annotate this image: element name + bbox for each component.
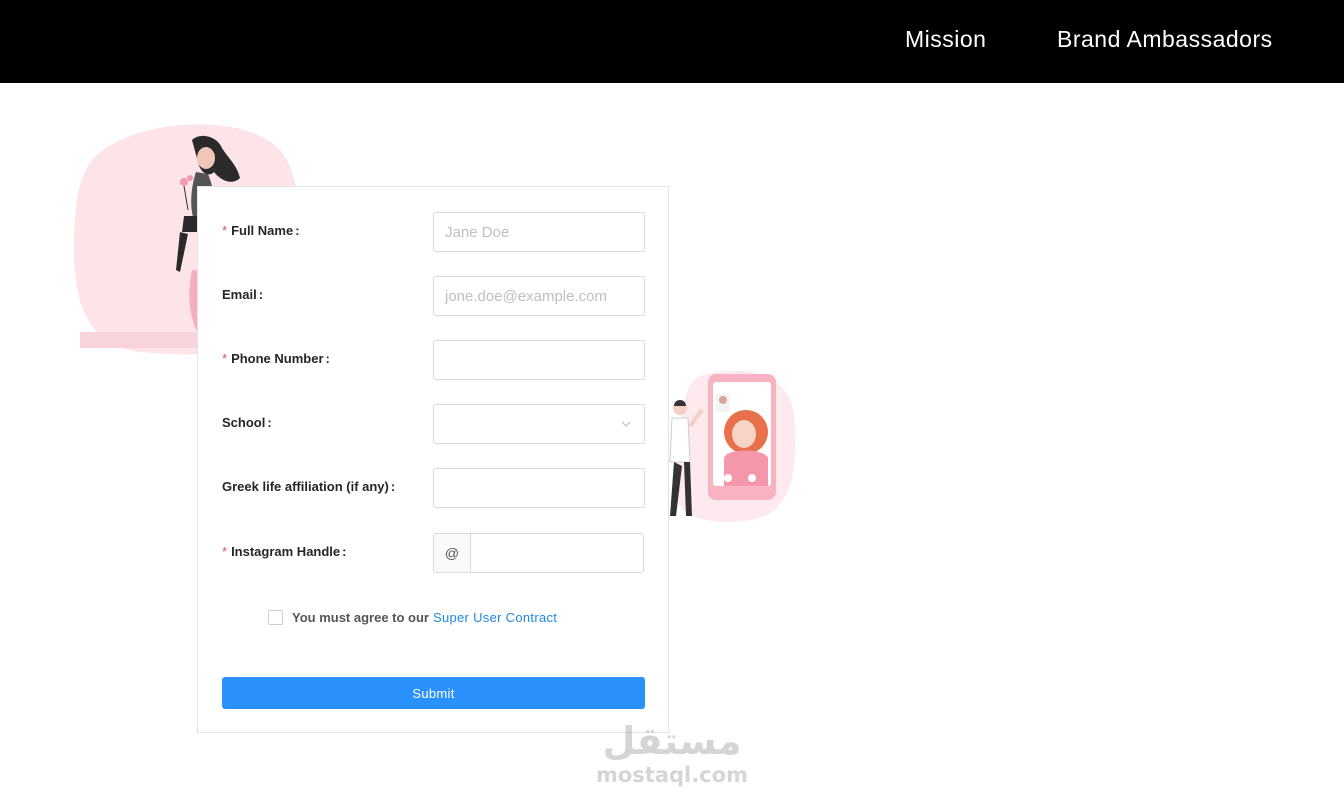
school-row: School: [222, 404, 646, 444]
instagram-label: * Instagram Handle: [222, 544, 347, 559]
full-name-input[interactable] [433, 212, 645, 252]
watermark-arabic-text: مستقل [603, 719, 742, 763]
nav-link-brand-ambassadors[interactable]: Brand Ambassadors [1057, 26, 1273, 53]
required-asterisk: * [222, 223, 228, 238]
at-sign-addon: @ [433, 533, 471, 573]
email-label: Email: [222, 287, 264, 302]
agreement-text: You must agree to our Super User Contract [292, 610, 558, 625]
school-label: School: [222, 415, 272, 430]
full-name-label: * Full Name: [222, 223, 300, 238]
agree-checkbox[interactable] [268, 610, 283, 625]
phone-label: * Phone Number: [222, 351, 330, 366]
phone-input[interactable] [433, 340, 645, 380]
required-asterisk: * [222, 351, 228, 366]
required-asterisk: * [222, 544, 228, 559]
greek-life-label: Greek life affiliation (if any): [222, 479, 396, 494]
super-user-contract-link[interactable]: Super User Contract [433, 610, 557, 625]
instagram-handle-input[interactable] [470, 533, 644, 573]
greek-life-input[interactable] [433, 468, 645, 508]
video-call-illustration [669, 370, 796, 522]
submit-button[interactable]: Submit [222, 677, 645, 709]
ambassador-signup-form: *Full Name: Email: *Phone Number: School… [197, 186, 669, 733]
instagram-row: * Instagram Handle: @ [222, 533, 646, 573]
email-input[interactable] [433, 276, 645, 316]
nav-link-mission[interactable]: Mission [905, 26, 986, 53]
phone-row: * Phone Number: [222, 340, 646, 380]
email-row: Email: [222, 276, 646, 316]
greek-life-row: Greek life affiliation (if any): [222, 468, 646, 508]
mostaql-watermark-logo: مستقل mostaql.com [596, 719, 748, 787]
full-name-row: * Full Name: [222, 212, 646, 252]
school-select[interactable] [433, 404, 645, 444]
watermark-latin-text: mostaql.com [596, 763, 748, 787]
instagram-input-group: @ [433, 533, 645, 573]
top-navigation-bar: Mission Brand Ambassadors [0, 0, 1344, 83]
chevron-down-icon [621, 421, 631, 427]
